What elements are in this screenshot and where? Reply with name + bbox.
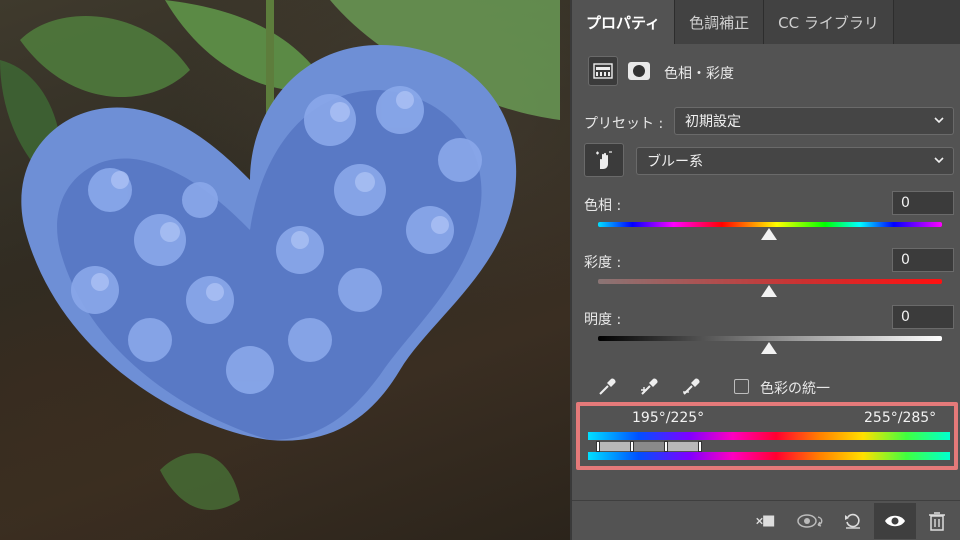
hue-label: 色相 : xyxy=(584,198,622,214)
eyedropper-icon[interactable] xyxy=(596,374,620,398)
panel-bottom-bar xyxy=(572,500,960,540)
lightness-label: 明度 : xyxy=(584,312,622,328)
range-right-values: 255°/285° xyxy=(864,410,937,426)
saturation-slider-thumb[interactable] xyxy=(761,285,777,297)
tab-adjustments[interactable]: 色調補正 xyxy=(675,0,765,44)
lightness-input[interactable]: 0 xyxy=(892,305,954,329)
on-image-adjust-hand-icon[interactable] xyxy=(584,143,624,177)
tab-bar-spacer xyxy=(893,0,960,44)
preset-value: 初期設定 xyxy=(685,114,741,130)
canvas-photo[interactable] xyxy=(0,0,570,540)
layer-mask-icon[interactable] xyxy=(628,62,650,80)
hydrangea-photo xyxy=(0,0,560,510)
view-previous-state-icon[interactable] xyxy=(796,511,826,531)
hue-input[interactable]: 0 xyxy=(892,191,954,215)
panel-tabs: プロパティ 色調補正 CC ライブラリ xyxy=(572,0,960,44)
reset-icon[interactable] xyxy=(842,511,864,531)
preset-select[interactable]: 初期設定 xyxy=(674,107,954,135)
clip-to-layer-icon[interactable] xyxy=(754,511,776,531)
range-handle-right-outer[interactable] xyxy=(698,441,702,452)
color-range-highlight: 195°/225° 255°/285° xyxy=(576,402,958,470)
range-handle-right-inner[interactable] xyxy=(664,441,668,452)
eyedropper-minus-icon[interactable] xyxy=(680,374,704,398)
visibility-eye-icon xyxy=(885,515,905,527)
range-handle-left-inner[interactable] xyxy=(630,441,634,452)
trash-icon[interactable] xyxy=(926,511,948,531)
range-left-values: 195°/225° xyxy=(632,410,705,426)
range-core[interactable] xyxy=(632,442,666,451)
colorize-checkbox[interactable] xyxy=(734,379,749,394)
saturation-slider[interactable] xyxy=(598,279,942,284)
input-spectrum-bar xyxy=(588,432,950,440)
preset-label: プリセット : xyxy=(584,116,664,132)
hue-slider-thumb[interactable] xyxy=(761,228,777,240)
chevron-down-icon xyxy=(934,157,944,164)
eyedropper-plus-icon[interactable] xyxy=(638,374,662,398)
tab-cc-libraries[interactable]: CC ライブラリ xyxy=(764,0,894,44)
properties-panel: プロパティ 色調補正 CC ライブラリ 色相・彩度 プリセット : 初期設定 ブ… xyxy=(570,0,960,540)
lightness-slider-thumb[interactable] xyxy=(761,342,777,354)
saturation-input[interactable]: 0 xyxy=(892,248,954,272)
channel-value: ブルー系 xyxy=(647,154,703,170)
tab-properties[interactable]: プロパティ xyxy=(572,0,676,44)
hue-slider[interactable] xyxy=(598,222,942,227)
colorize-label: 色彩の統一 xyxy=(760,381,830,397)
lightness-slider[interactable] xyxy=(598,336,942,341)
range-handle-left-outer[interactable] xyxy=(596,441,600,452)
range-falloff-left[interactable] xyxy=(598,442,632,451)
chevron-down-icon xyxy=(934,117,944,124)
adjustment-title: 色相・彩度 xyxy=(664,66,734,82)
visibility-toggle[interactable] xyxy=(874,503,916,539)
range-falloff-right[interactable] xyxy=(666,442,700,451)
output-spectrum-bar xyxy=(588,452,950,460)
channel-select[interactable]: ブルー系 xyxy=(636,147,954,175)
hue-saturation-icon[interactable] xyxy=(588,56,618,86)
saturation-label: 彩度 : xyxy=(584,255,622,271)
